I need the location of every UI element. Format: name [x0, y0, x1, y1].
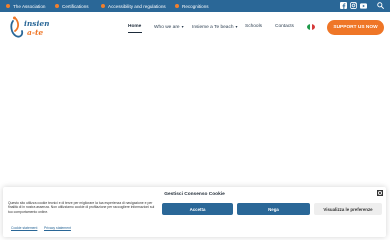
nav-home[interactable]: Home	[128, 24, 141, 29]
bullet-icon	[6, 4, 10, 8]
chevron-down-icon: ▾	[181, 24, 184, 29]
preferences-button[interactable]: Visualizza le preferenze	[314, 203, 382, 215]
top-link-label: Recognitions	[182, 3, 209, 9]
instagram-icon[interactable]	[350, 2, 357, 9]
support-us-button[interactable]: SUPPORT US NOW	[327, 20, 384, 35]
top-link-label: Accessibility and regulations	[108, 3, 166, 9]
logo-text-line2: a-te	[27, 28, 43, 37]
privacy-statement-link[interactable]: Privacy statement	[44, 226, 71, 230]
site-logo[interactable]: insieme a-te	[9, 15, 57, 41]
top-link-accessibility[interactable]: Accessibility and regulations	[101, 0, 166, 12]
italian-flag-icon[interactable]	[307, 24, 315, 30]
nav-schools[interactable]: Schools	[245, 24, 262, 29]
nav-contacts[interactable]: Contacts	[275, 24, 294, 29]
chevron-down-icon: ▾	[235, 24, 238, 29]
nav-who-we-are[interactable]: Who we are ▾	[154, 24, 184, 30]
nav-active-underline	[128, 32, 142, 33]
nav-insieme-a-te-beach[interactable]: Insieme a Te beach ▾	[192, 24, 238, 30]
logo-text-line1: insieme	[24, 19, 49, 28]
top-link-association[interactable]: The Association	[6, 0, 45, 12]
top-link-certifications[interactable]: Certifications	[55, 0, 89, 12]
cookie-consent-banner: Gestisci Consenso Cookie Questo sito uti…	[3, 187, 386, 237]
facebook-icon[interactable]	[340, 2, 347, 9]
close-icon[interactable]	[377, 190, 383, 196]
cookie-title: Gestisci Consenso Cookie	[164, 192, 225, 197]
deny-button[interactable]: Nega	[237, 203, 310, 215]
accept-button[interactable]: Accetta	[162, 203, 233, 215]
bullet-icon	[55, 4, 59, 8]
cookie-description: Questo sito utilizza cookie tecnici e di…	[8, 201, 155, 214]
youtube-icon[interactable]	[360, 2, 367, 9]
cookie-statement-link[interactable]: Cookie statement	[11, 226, 37, 230]
top-bar: The Association Certifications Accessibi…	[0, 0, 390, 12]
nav-label: Insieme a Te beach	[192, 25, 234, 30]
search-icon[interactable]	[377, 2, 384, 9]
bullet-icon	[101, 4, 105, 8]
nav-label: Who we are	[154, 25, 180, 30]
bullet-icon	[175, 4, 179, 8]
top-link-label: Certifications	[62, 3, 89, 9]
top-link-label: The Association	[13, 3, 46, 9]
top-link-recognitions[interactable]: Recognitions	[175, 0, 209, 12]
